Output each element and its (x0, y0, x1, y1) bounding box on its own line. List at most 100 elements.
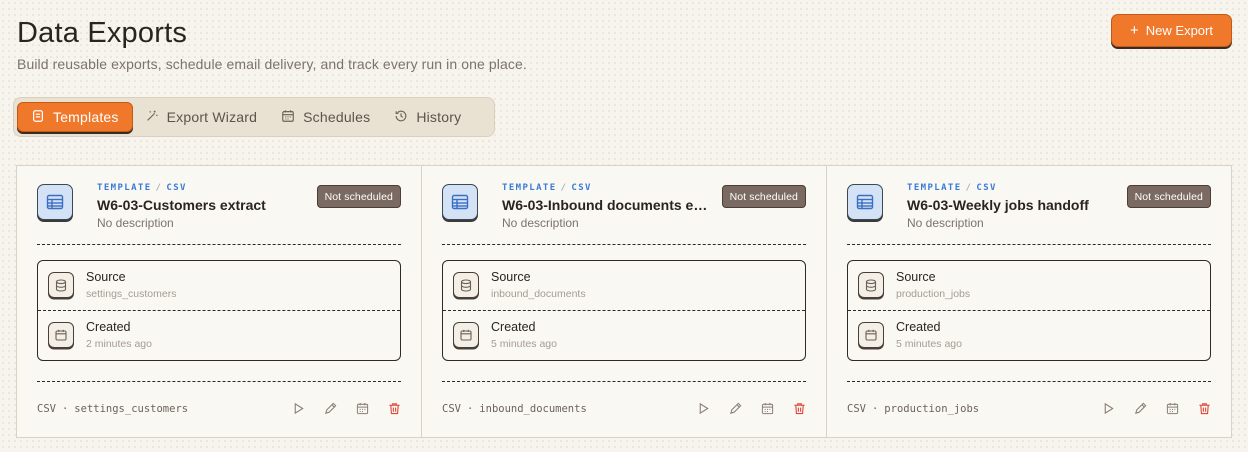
divider (37, 244, 401, 245)
card-info: Source inbound_documents Created 5 minut… (442, 260, 806, 361)
run-button[interactable] (291, 401, 305, 415)
card-format: CSV (166, 183, 187, 193)
run-button[interactable] (696, 401, 710, 415)
source-value: inbound_documents (491, 288, 586, 300)
card-description: No description (97, 216, 174, 230)
card-info: Source production_jobs Created 5 minutes… (847, 260, 1211, 361)
new-export-button[interactable]: + New Export (1111, 14, 1232, 47)
tab-export-wizard[interactable]: Export Wizard (133, 102, 270, 132)
tab-templates[interactable]: Templates (17, 102, 133, 132)
source-row: Source inbound_documents (443, 261, 805, 311)
tab-label: Templates (53, 109, 119, 125)
database-icon (858, 272, 884, 298)
divider (847, 244, 1211, 245)
source-value: production_jobs (896, 288, 971, 300)
trash-icon (1198, 402, 1210, 414)
created-row: Created 5 minutes ago (848, 311, 1210, 361)
edit-button[interactable] (323, 401, 337, 415)
card-footer-summary: CSV · inbound_documents (442, 403, 587, 415)
card-title[interactable]: W6-03-Customers extract (97, 197, 307, 213)
history-icon (394, 109, 408, 126)
created-label: Created (491, 320, 536, 334)
source-row: Source production_jobs (848, 261, 1210, 311)
run-button[interactable] (1101, 401, 1115, 415)
card-info: Source settings_customers Created 2 minu… (37, 260, 401, 361)
pencil-icon (324, 402, 336, 414)
created-label: Created (896, 320, 941, 334)
footer-source: settings_customers (74, 403, 189, 415)
divider (847, 381, 1211, 382)
delete-button[interactable] (792, 401, 806, 415)
calendar-icon (858, 322, 884, 348)
calendar-icon (761, 402, 773, 414)
tab-label: Schedules (303, 109, 371, 125)
footer-format: CSV (37, 403, 56, 415)
table-icon (847, 184, 883, 220)
tab-schedules[interactable]: Schedules (269, 102, 382, 132)
edit-button[interactable] (728, 401, 742, 415)
card-meta: TEMPLATE / CSV (502, 183, 592, 193)
calendar-icon (356, 402, 368, 414)
card-description: No description (907, 216, 984, 230)
template-card: TEMPLATE / CSV W6-03-Inbound documents exp… (422, 166, 827, 437)
card-footer-summary: CSV · production_jobs (847, 403, 980, 415)
delete-button[interactable] (1197, 401, 1211, 415)
card-meta: TEMPLATE / CSV (907, 183, 997, 193)
template-icon (31, 109, 45, 126)
schedule-button[interactable] (760, 401, 774, 415)
database-icon (48, 272, 74, 298)
card-kind: TEMPLATE (907, 183, 962, 193)
page-header: Data Exports Build reusable exports, sch… (17, 16, 527, 72)
divider (37, 381, 401, 382)
divider (442, 381, 806, 382)
created-row: Created 2 minutes ago (38, 311, 400, 361)
card-kind: TEMPLATE (502, 183, 557, 193)
new-export-label: New Export (1145, 23, 1213, 38)
wand-icon (145, 109, 159, 126)
created-value: 2 minutes ago (86, 338, 152, 350)
status-badge: Not scheduled (1126, 185, 1211, 208)
status-badge: Not scheduled (316, 185, 401, 208)
schedule-button[interactable] (355, 401, 369, 415)
template-cards: TEMPLATE / CSV W6-03-Customers extract No … (16, 165, 1232, 438)
tab-label: Export Wizard (166, 109, 258, 125)
delete-button[interactable] (387, 401, 401, 415)
table-icon (442, 184, 478, 220)
source-row: Source settings_customers (38, 261, 400, 311)
template-card: TEMPLATE / CSV W6-03-Weekly jobs handoff N… (827, 166, 1231, 437)
template-card: TEMPLATE / CSV W6-03-Customers extract No … (17, 166, 422, 437)
card-title[interactable]: W6-03-Inbound documents export (502, 197, 712, 213)
card-description: No description (502, 216, 579, 230)
card-format: CSV (976, 183, 997, 193)
pencil-icon (729, 402, 741, 414)
source-label: Source (86, 270, 126, 284)
card-footer-summary: CSV · settings_customers (37, 403, 189, 415)
trash-icon (793, 402, 805, 414)
created-row: Created 5 minutes ago (443, 311, 805, 361)
created-value: 5 minutes ago (896, 338, 962, 350)
card-title[interactable]: W6-03-Weekly jobs handoff (907, 197, 1117, 213)
table-icon (37, 184, 73, 220)
footer-format: CSV (847, 403, 866, 415)
status-badge: Not scheduled (721, 185, 806, 208)
footer-source: production_jobs (884, 403, 980, 415)
schedule-button[interactable] (1165, 401, 1179, 415)
card-kind: TEMPLATE (97, 183, 152, 193)
card-meta: TEMPLATE / CSV (97, 183, 187, 193)
page-subtitle: Build reusable exports, schedule email d… (17, 56, 527, 72)
page-title: Data Exports (17, 17, 188, 49)
calendar-icon (1166, 402, 1178, 414)
source-value: settings_customers (86, 288, 177, 300)
play-icon (1104, 402, 1114, 414)
tab-label: History (416, 109, 462, 125)
footer-source: inbound_documents (479, 403, 587, 415)
footer-format: CSV (442, 403, 461, 415)
divider (442, 244, 806, 245)
tab-history[interactable]: History (382, 102, 473, 132)
created-label: Created (86, 320, 131, 334)
pencil-icon (1134, 402, 1146, 414)
calendar-icon (453, 322, 479, 348)
play-icon (699, 402, 709, 414)
calendar-icon (48, 322, 74, 348)
edit-button[interactable] (1133, 401, 1147, 415)
